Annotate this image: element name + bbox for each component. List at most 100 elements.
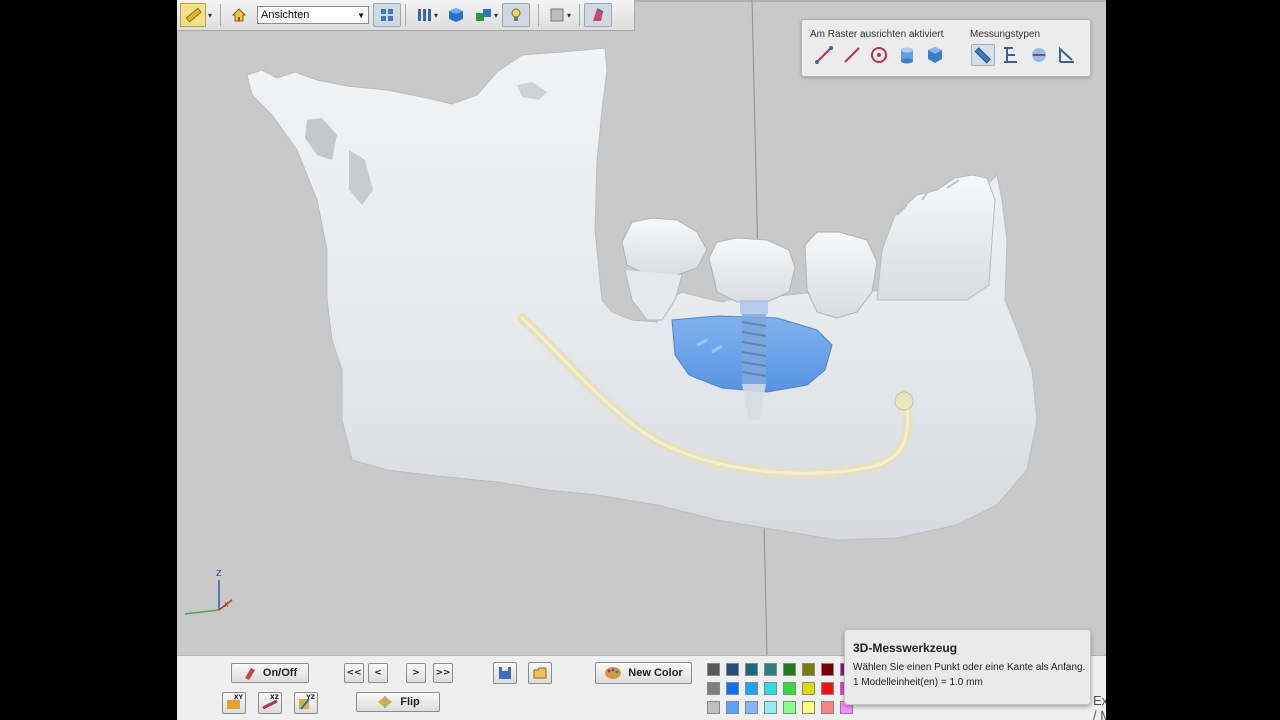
- previous-button[interactable]: <: [368, 663, 388, 683]
- open-view-button[interactable]: [528, 662, 552, 684]
- lighting-button[interactable]: [502, 3, 530, 27]
- first-button[interactable]: <<: [344, 663, 364, 683]
- views-select[interactable]: Ansichten ▼: [257, 6, 369, 24]
- color-swatch[interactable]: [726, 663, 739, 676]
- multi-object-button[interactable]: [470, 3, 498, 27]
- next-button[interactable]: >: [406, 663, 426, 683]
- xy-plane-button[interactable]: XY: [222, 692, 246, 714]
- measure-tool-tooltip: 3D-Messwerkzeug Wählen Sie einen Punkt o…: [844, 629, 1091, 705]
- height-type-button[interactable]: [999, 44, 1023, 66]
- xz-plane-button[interactable]: XZ: [258, 692, 282, 714]
- height-measure-icon: [1004, 47, 1017, 63]
- color-swatch[interactable]: [802, 663, 815, 676]
- tooltip-unit-info: 1 Modelleinheit(en) = 1.0 mm: [853, 677, 983, 688]
- lamp-icon: [511, 8, 521, 21]
- color-swatch[interactable]: [745, 682, 758, 695]
- box-measure-icon: [928, 47, 942, 63]
- cylinder-measure-button[interactable]: [895, 44, 919, 66]
- onoff-label: On/Off: [262, 667, 298, 679]
- 3d-viewport[interactable]: Z X: [177, 0, 1106, 655]
- color-swatch[interactable]: [726, 682, 739, 695]
- color-swatch[interactable]: [764, 701, 777, 714]
- scene-tree-icon: [381, 9, 393, 21]
- background-button[interactable]: [543, 3, 571, 27]
- save-view-button[interactable]: [493, 662, 517, 684]
- color-swatch[interactable]: [745, 701, 758, 714]
- ruler-icon: [974, 47, 991, 64]
- eraser-icon: [243, 666, 257, 680]
- color-swatch[interactable]: [821, 663, 834, 676]
- flip-icon: [376, 695, 394, 709]
- cubes-icon: [476, 9, 491, 21]
- edge-measure-button[interactable]: [840, 44, 864, 66]
- views-select-value: Ansichten: [261, 9, 310, 21]
- diameter-type-button[interactable]: [1027, 44, 1051, 66]
- angle-type-button[interactable]: [1055, 44, 1079, 66]
- measure-types-label: Messungstypen: [970, 29, 1041, 40]
- color-swatch[interactable]: [764, 663, 777, 676]
- tooltip-title: 3D-Messwerkzeug: [853, 641, 958, 655]
- color-swatch[interactable]: [821, 682, 834, 695]
- color-swatch[interactable]: [802, 682, 815, 695]
- first-label: <<: [346, 668, 362, 678]
- flip-button[interactable]: Flip: [356, 692, 440, 712]
- layout-button[interactable]: [410, 3, 438, 27]
- section-button[interactable]: [584, 3, 612, 27]
- straight-measure-icon: [844, 47, 860, 63]
- home-icon: [231, 8, 247, 22]
- angle-icon: [1059, 46, 1074, 63]
- color-swatch[interactable]: [764, 682, 777, 695]
- xz-label: XZ: [270, 694, 279, 701]
- color-swatch[interactable]: [707, 663, 720, 676]
- axis-triad: Z X: [184, 569, 233, 615]
- main-toolbar: ▾ Ansichten ▼ ▾ ▾ ▾ ▾: [177, 0, 635, 31]
- color-swatch[interactable]: [783, 682, 796, 695]
- snap-to-grid-label: Am Raster ausrichten aktiviert: [810, 29, 944, 40]
- color-swatch[interactable]: [745, 663, 758, 676]
- color-swatch[interactable]: [726, 701, 739, 714]
- mandible-3d-model[interactable]: Z X: [177, 0, 1106, 655]
- ruler-type-button[interactable]: [971, 44, 995, 66]
- measure-tool-button[interactable]: [180, 3, 206, 27]
- scene-tree-button[interactable]: [373, 3, 401, 27]
- xy-label: XY: [234, 694, 243, 701]
- point-to-point-button[interactable]: [812, 44, 836, 66]
- home-button[interactable]: [225, 3, 253, 27]
- onoff-button[interactable]: On/Off: [231, 663, 309, 683]
- last-button[interactable]: >>: [433, 663, 453, 683]
- box-measure-button[interactable]: [923, 44, 947, 66]
- color-swatch[interactable]: [707, 701, 720, 714]
- circle-measure-button[interactable]: [867, 44, 891, 66]
- application-window: Z X ▾ Ansichten ▼ ▾ ▾ ▾ Am Raster ausric…: [177, 0, 1106, 720]
- new-color-label: New Color: [628, 667, 683, 679]
- new-color-button[interactable]: New Color: [595, 662, 692, 684]
- nerve-endpoint: [894, 391, 914, 411]
- color-swatch[interactable]: [707, 682, 720, 695]
- cylinder-measure-icon: [901, 47, 913, 64]
- yz-plane-button[interactable]: YZ: [294, 692, 318, 714]
- section-cut-icon: [593, 8, 604, 21]
- next-label: >: [412, 668, 420, 678]
- measure-panel: Am Raster ausrichten aktiviert Messungst…: [801, 19, 1091, 77]
- ruler-icon: [185, 7, 202, 23]
- circle-measure-icon: [871, 47, 887, 63]
- color-swatch[interactable]: [821, 701, 834, 714]
- square-icon: [550, 8, 564, 22]
- last-label: >>: [435, 668, 451, 678]
- solid-view-button[interactable]: [442, 3, 470, 27]
- color-swatch[interactable]: [802, 701, 815, 714]
- palette-icon: [604, 666, 622, 680]
- cube-icon: [449, 8, 463, 22]
- bridge-crown-middle: [708, 237, 796, 303]
- color-swatch[interactable]: [783, 663, 796, 676]
- x-axis-label: X: [224, 601, 229, 609]
- explode-move-parts-label[interactable]: Explode / Move Parts: [1093, 693, 1106, 720]
- bridge-crown-left: [621, 217, 708, 276]
- save-icon: [499, 667, 511, 679]
- previous-label: <: [374, 668, 382, 678]
- measure-dropdown-arrow[interactable]: ▾: [208, 11, 216, 20]
- tooltip-instruction: Wählen Sie einen Punkt oder eine Kante a…: [853, 662, 1086, 673]
- color-swatch[interactable]: [783, 701, 796, 714]
- diameter-icon: [1032, 48, 1046, 62]
- columns-icon: [418, 9, 431, 21]
